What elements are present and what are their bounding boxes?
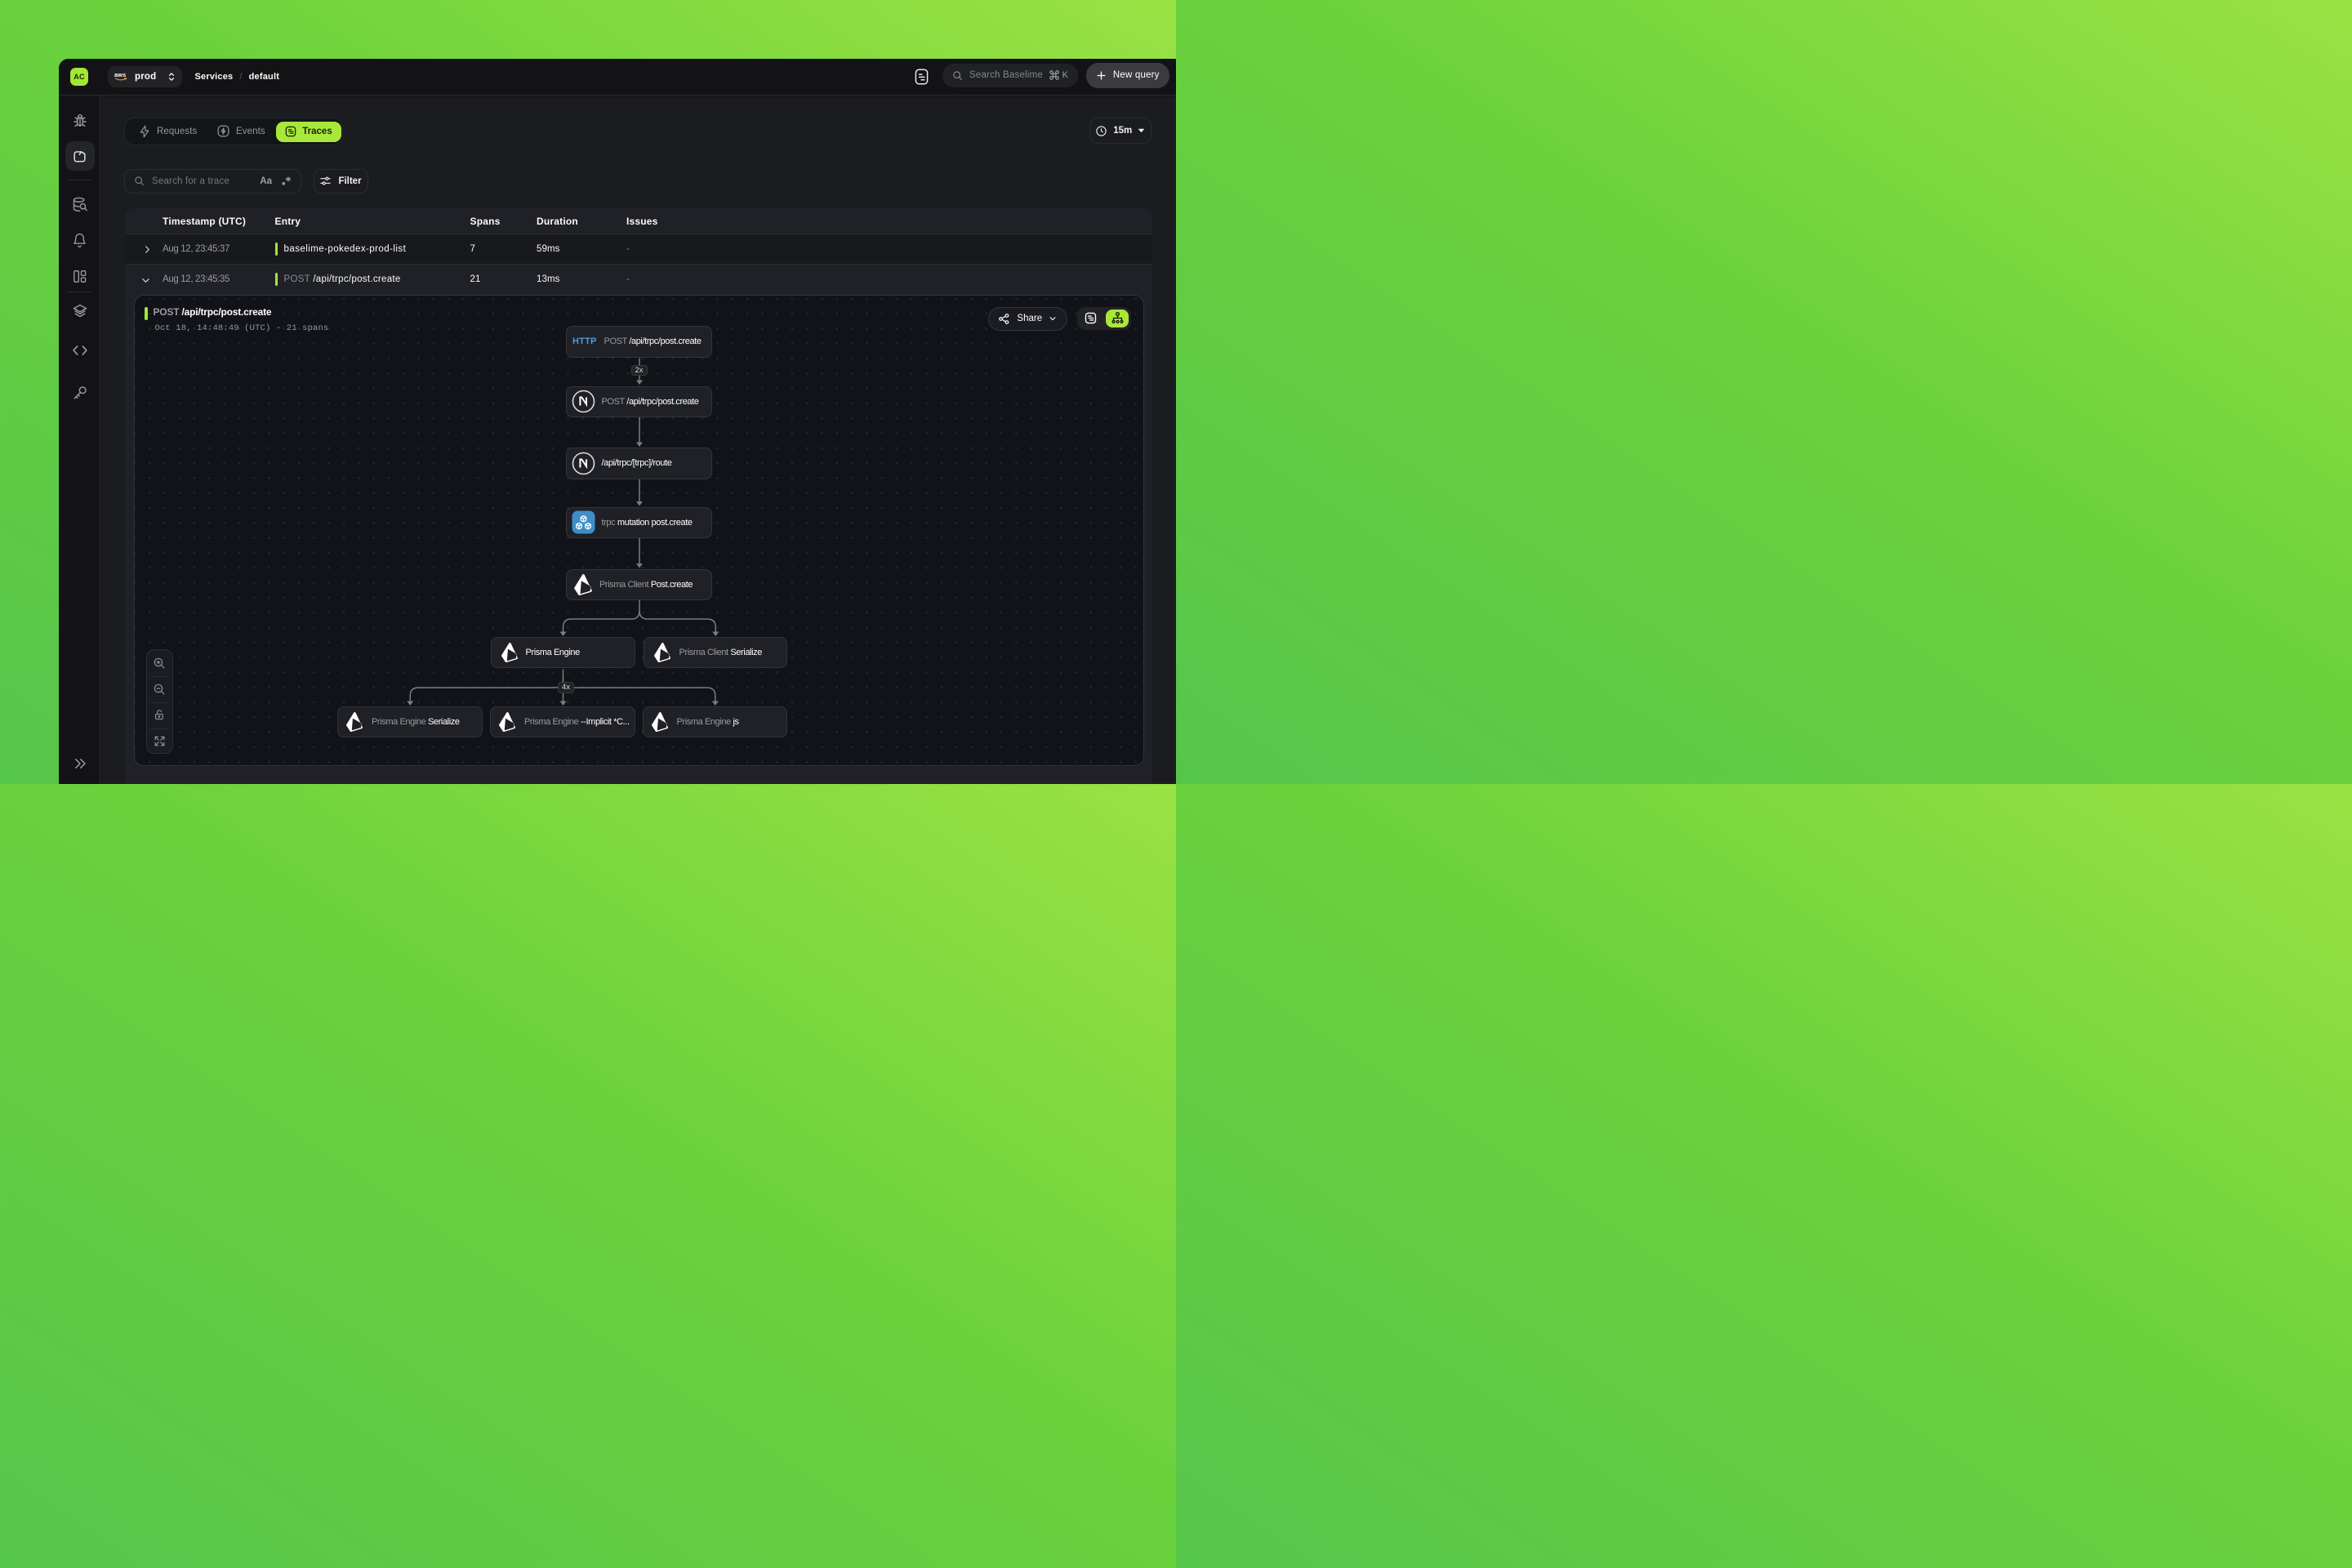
svg-text:aws: aws [114,71,126,78]
